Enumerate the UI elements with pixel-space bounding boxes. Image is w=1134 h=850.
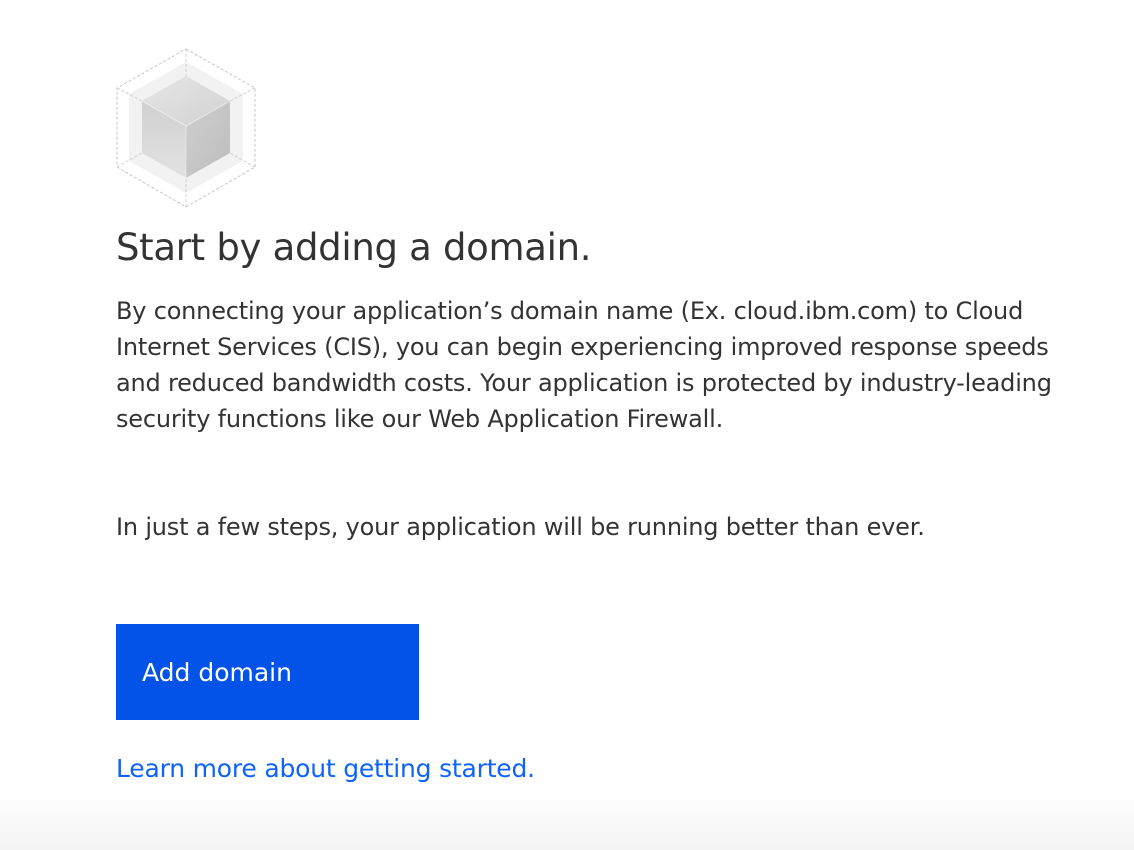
empty-state-description: By connecting your application’s domain …	[116, 297, 1052, 433]
empty-state-heading: Start by adding a domain.	[116, 226, 592, 269]
empty-state-secondary-description: In just a few steps, your application wi…	[116, 513, 925, 541]
learn-more-link[interactable]: Learn more about getting started.	[116, 754, 535, 783]
add-domain-button[interactable]: Add domain	[116, 624, 419, 720]
cube-illustration-icon	[112, 46, 260, 210]
empty-state-page: Start by adding a domain. By connecting …	[0, 0, 1134, 850]
